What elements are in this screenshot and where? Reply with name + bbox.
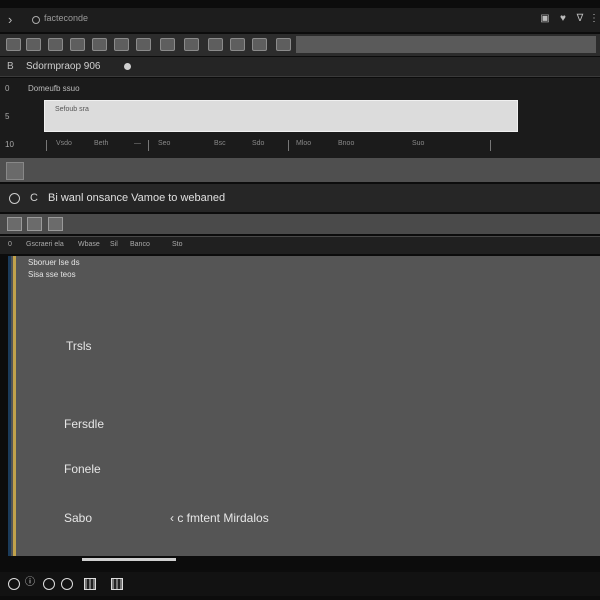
breadcrumb-item[interactable]: Gscraeri ela	[26, 241, 64, 248]
column-header[interactable]: Beth	[94, 140, 108, 147]
circle-icon[interactable]	[43, 578, 55, 590]
tool-button[interactable]	[276, 38, 291, 51]
toolbar	[0, 34, 600, 56]
strip-bar	[0, 158, 600, 182]
tool-button[interactable]	[252, 38, 267, 51]
tool-button[interactable]	[48, 38, 63, 51]
tool-button[interactable]	[114, 38, 129, 51]
message-text: Bi wanl onsance Vamoe to webaned	[48, 192, 226, 204]
gutter-number: 0	[5, 84, 10, 93]
column-divider	[148, 140, 149, 151]
item-label[interactable]: Trsls	[66, 339, 92, 353]
indicator-dot-icon	[124, 63, 131, 70]
tool-button[interactable]	[70, 38, 85, 51]
tool-button[interactable]	[7, 217, 22, 231]
selection-rule	[13, 256, 16, 556]
column-header[interactable]: Bsc	[214, 140, 226, 147]
item-label[interactable]: Sabo	[64, 511, 92, 525]
column-header[interactable]: Sdo	[252, 140, 264, 147]
window-title: facteconde	[44, 13, 89, 23]
grid-icon[interactable]	[84, 578, 96, 590]
tool-button[interactable]	[26, 38, 41, 51]
item-label[interactable]: Fonele	[64, 462, 101, 476]
column-header[interactable]: —	[134, 140, 141, 147]
circle-icon[interactable]	[61, 578, 73, 590]
bookmark-icon[interactable]: B	[7, 61, 14, 72]
circle-icon[interactable]	[8, 578, 20, 590]
gutter-number: 5	[5, 112, 10, 121]
tool-button[interactable]	[92, 38, 107, 51]
column-header[interactable]: Bnoo	[338, 140, 354, 147]
accent-rule	[8, 256, 11, 556]
filter-panel: 0 5 10 Domeufb ssuo Sefoub sra Vsdo Beth…	[0, 78, 600, 158]
grid-icon[interactable]	[111, 578, 123, 590]
breadcrumb-item[interactable]: Banco	[130, 241, 150, 248]
breadcrumb: 0 Gscraeri ela Wbase Sil Banco Sto	[0, 236, 600, 254]
square-icon[interactable]: ▣	[540, 14, 550, 24]
breadcrumb-item[interactable]: Wbase	[78, 241, 100, 248]
message-row: C Bi wanl onsance Vamoe to webaned	[0, 184, 600, 212]
title-bar: › facteconde ▣ ♥ ∇ ⋮	[0, 8, 600, 32]
secondary-toolbar	[0, 214, 600, 234]
radio-label: C	[30, 192, 38, 204]
column-header[interactable]: Suo	[412, 140, 424, 147]
ellipsis-icon[interactable]: ⋮	[589, 14, 599, 24]
tool-button[interactable]	[184, 38, 199, 51]
column-header[interactable]: Mloo	[296, 140, 311, 147]
column-header[interactable]: Seo	[158, 140, 170, 147]
section-header: B Sdormpraop 906	[0, 57, 600, 77]
info-icon[interactable]: ⓘ	[25, 578, 35, 588]
radio-button[interactable]	[9, 193, 20, 204]
heart-icon[interactable]: ♥	[558, 14, 568, 24]
item-label[interactable]: Fersdle	[64, 417, 104, 431]
tool-button[interactable]	[160, 38, 175, 51]
gutter-number: 10	[5, 140, 14, 149]
tool-button[interactable]	[208, 38, 223, 51]
breadcrumb-item[interactable]: Sto	[172, 241, 183, 248]
tool-button[interactable]	[230, 38, 245, 51]
scroll-indicator[interactable]	[82, 558, 176, 561]
column-divider	[46, 140, 47, 151]
column-headers: Vsdo Beth — Seo Bsc Sdo Mloo Bnoo Suo	[44, 140, 492, 152]
tab-marker: 0	[8, 241, 12, 248]
column-header[interactable]: Vsdo	[56, 140, 72, 147]
status-bar: ⓘ	[0, 572, 600, 596]
tool-button[interactable]	[48, 217, 63, 231]
search-input[interactable]: Sefoub sra	[44, 100, 518, 132]
item-note: ‹ c fmtent Mirdalos	[170, 511, 269, 525]
strip-button[interactable]	[6, 162, 24, 180]
column-divider	[288, 140, 289, 151]
content-line: Sboruer lse ds	[28, 258, 80, 267]
main-panel: Sboruer lse ds Sisa sse teos Trsls Fersd…	[8, 256, 600, 561]
section-title: Sdormpraop 906	[26, 61, 101, 72]
tool-button[interactable]	[6, 38, 21, 51]
chevron-right-icon[interactable]: ›	[8, 13, 18, 27]
breadcrumb-item[interactable]: Sil	[110, 241, 118, 248]
vee-icon[interactable]: ∇	[575, 14, 585, 24]
toolbar-spacer	[296, 36, 596, 53]
tool-button[interactable]	[136, 38, 151, 51]
panel-label: Domeufb ssuo	[28, 84, 80, 93]
tool-button[interactable]	[27, 217, 42, 231]
column-divider	[490, 140, 491, 151]
content-line: Sisa sse teos	[28, 270, 76, 279]
status-dot-icon	[32, 16, 40, 24]
